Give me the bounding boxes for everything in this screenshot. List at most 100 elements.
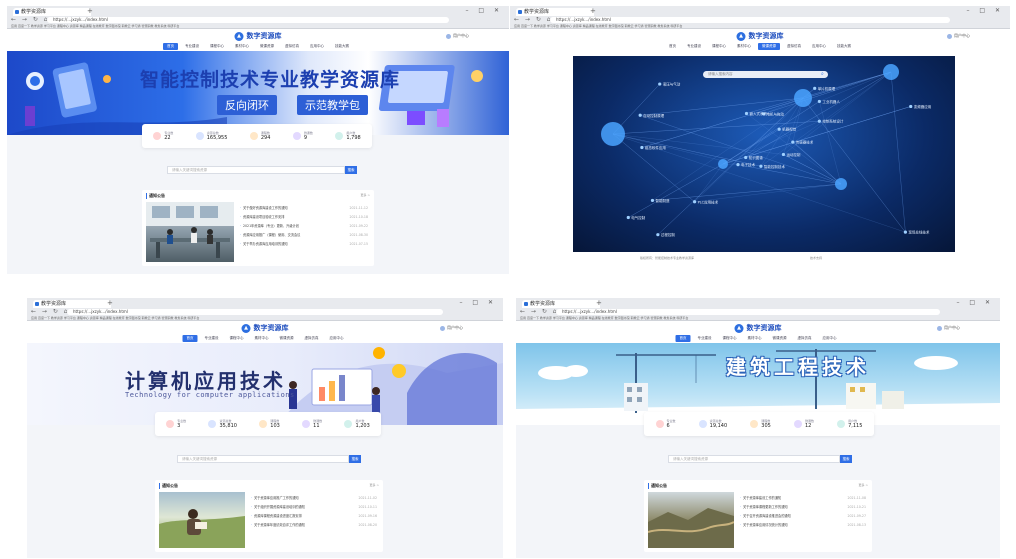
graph-hub-node[interactable] bbox=[794, 89, 812, 107]
bookmarks-bar[interactable]: 应用 百度一下 教学资源 学习平台 课程中心 资源库 精品课程 在线教育 数字图… bbox=[510, 24, 1010, 28]
menu-item[interactable]: 专业建设 bbox=[694, 335, 716, 342]
site-logo[interactable]: ▲ 数字资源库 bbox=[734, 323, 782, 333]
browser-tab[interactable]: 教学资源库 bbox=[522, 300, 600, 308]
search-input[interactable]: 请输入关键词搜索资源 bbox=[668, 455, 840, 463]
menu-item[interactable]: 应用中心 bbox=[326, 335, 348, 342]
graph-node[interactable] bbox=[759, 164, 763, 168]
list-item[interactable]: 关于资源库课程更新工作的通知 2021-10-21 bbox=[740, 503, 866, 512]
graph-node[interactable] bbox=[744, 111, 749, 116]
graph-canvas[interactable]: 智能控制技术 自动控制原理知识图谱电气控制 传感器技术 PLC应用技术 单片机原理电机与… bbox=[573, 56, 955, 252]
window-controls[interactable]: – □ ✕ bbox=[966, 7, 1004, 14]
menu-item[interactable]: 素材中心 bbox=[744, 335, 766, 342]
graph-node[interactable] bbox=[650, 198, 655, 203]
news-more-link[interactable]: 更多 > bbox=[859, 483, 868, 487]
menu-item[interactable]: 素材中心 bbox=[231, 43, 253, 50]
menu-item[interactable]: 微课资源 bbox=[769, 335, 791, 342]
graph-node[interactable] bbox=[781, 152, 786, 157]
menu-item[interactable]: 首页 bbox=[665, 43, 680, 50]
list-item[interactable]: 关于召开资源库建设推进会的通知 2021-09-27 bbox=[740, 512, 866, 521]
menu-item[interactable]: 虚拟仿真 bbox=[301, 335, 323, 342]
menu-item[interactable]: 课程中心 bbox=[719, 335, 741, 342]
graph-node[interactable] bbox=[638, 113, 642, 117]
graph-hub-node[interactable] bbox=[601, 122, 625, 146]
list-item[interactable]: 资源库课程资源建设进度汇报安排 2021-09-16 bbox=[251, 512, 377, 521]
graph-hub-node[interactable] bbox=[883, 64, 899, 80]
user-menu[interactable]: 用户中心 bbox=[446, 33, 469, 39]
menu-item[interactable]: 应用中心 bbox=[819, 335, 841, 342]
new-tab-button[interactable]: + bbox=[590, 7, 596, 15]
menu-item[interactable]: 专业建设 bbox=[683, 43, 705, 50]
list-item[interactable]: 关于资源库应用情况统计的通知 2021-08-13 bbox=[740, 521, 866, 530]
site-logo[interactable]: ▲ 数字资源库 bbox=[241, 323, 289, 333]
new-tab-button[interactable]: + bbox=[87, 7, 93, 15]
menu-item[interactable]: 应用中心 bbox=[808, 43, 830, 50]
graph-hub-node[interactable] bbox=[835, 178, 847, 190]
nav-buttons[interactable]: ← → ↻ ⌂ bbox=[520, 308, 559, 315]
address-bar[interactable]: https://...jxzyk.../index.html bbox=[47, 17, 449, 23]
search-input[interactable]: 请输入关键词搜索资源 bbox=[177, 455, 349, 463]
menu-item[interactable]: 技能大赛 bbox=[833, 43, 855, 50]
graph-node[interactable] bbox=[736, 163, 740, 167]
menu-item[interactable]: 课程中心 bbox=[226, 335, 248, 342]
graph-node[interactable] bbox=[791, 140, 795, 144]
menu-item[interactable]: 微课资源 bbox=[758, 43, 780, 50]
list-item[interactable]: 关于资源库年度绩效自评工作的通知 2021-08-20 bbox=[251, 521, 377, 530]
window-controls[interactable]: – □ ✕ bbox=[956, 299, 994, 306]
window-controls[interactable]: – □ ✕ bbox=[459, 299, 497, 306]
search-icon[interactable]: ⌕ bbox=[821, 71, 824, 77]
menu-item[interactable]: 微课资源 bbox=[256, 43, 278, 50]
list-item[interactable]: 资源库建设项目验收工作安排 2021-10-18 bbox=[240, 213, 368, 222]
menu-item[interactable]: 素材中心 bbox=[733, 43, 755, 50]
list-item[interactable]: 关于组织开展资源库建设培训的通知 2021-10-11 bbox=[251, 503, 377, 512]
menu-item[interactable]: 微课资源 bbox=[276, 335, 298, 342]
news-photo[interactable] bbox=[159, 492, 245, 548]
nav-buttons[interactable]: ← → ↻ ⌂ bbox=[514, 16, 553, 23]
search-button[interactable]: 搜索 bbox=[345, 166, 357, 174]
site-logo[interactable]: ▲ 数字资源库 bbox=[234, 31, 282, 41]
browser-tab[interactable]: 教学资源库 bbox=[516, 8, 594, 16]
graph-node[interactable] bbox=[817, 99, 821, 104]
bookmarks-bar[interactable]: 应用 百度一下 教学资源 学习平台 课程中心 资源库 精品课程 在线教育 数字图… bbox=[7, 24, 509, 28]
browser-tab[interactable]: 教学资源库 bbox=[13, 8, 91, 16]
list-item[interactable]: 2021年资源库（专业）更新、升级计划 2021-09-22 bbox=[240, 222, 368, 231]
menu-item[interactable]: 应用中心 bbox=[306, 43, 328, 50]
list-item[interactable]: 关于做好资源库建设工作的通知 2021-11-12 bbox=[240, 204, 368, 213]
graph-node[interactable] bbox=[626, 215, 630, 220]
window-controls[interactable]: – □ ✕ bbox=[465, 7, 503, 14]
search-button[interactable]: 搜索 bbox=[840, 455, 852, 463]
site-logo[interactable]: ▲ 数字资源库 bbox=[736, 31, 784, 41]
search-input[interactable]: 请输入关键词搜索资源 bbox=[167, 166, 345, 174]
graph-node[interactable] bbox=[813, 86, 817, 90]
menu-item[interactable]: 虚拟仿真 bbox=[794, 335, 816, 342]
search-button[interactable]: 搜索 bbox=[349, 455, 361, 463]
bookmarks-bar[interactable]: 应用 百度一下 教学资源 学习平台 课程中心 资源库 精品课程 在线教育 数字图… bbox=[516, 316, 1000, 320]
user-menu[interactable]: 用户中心 bbox=[937, 325, 960, 331]
news-more-link[interactable]: 更多 > bbox=[361, 193, 370, 197]
new-tab-button[interactable]: + bbox=[596, 299, 602, 307]
list-item[interactable]: 关于举办资源库应用培训的通知 2021-07-15 bbox=[240, 240, 368, 249]
menu-item[interactable]: 素材中心 bbox=[251, 335, 273, 342]
new-tab-button[interactable]: + bbox=[107, 299, 113, 307]
menu-item[interactable]: 课程中心 bbox=[708, 43, 730, 50]
address-bar[interactable]: https://...jxzyk.../index.html bbox=[550, 17, 950, 23]
news-photo[interactable] bbox=[648, 492, 734, 548]
graph-node[interactable] bbox=[658, 82, 662, 86]
list-item[interactable]: 资源库应用推广（课程）使用、交流会议 2021-08-30 bbox=[240, 231, 368, 240]
graph-node[interactable] bbox=[909, 104, 913, 109]
list-item[interactable]: 关于资源库应用推广工作的通知 2021-11-02 bbox=[251, 494, 377, 503]
menu-item[interactable]: 首页 bbox=[182, 335, 198, 342]
menu-item[interactable]: 虚拟仿真 bbox=[281, 43, 303, 50]
user-menu[interactable]: 用户中心 bbox=[947, 33, 970, 39]
graph-node[interactable] bbox=[817, 119, 821, 123]
address-bar[interactable]: https://...jxzyk.../index.html bbox=[67, 309, 443, 315]
nav-buttons[interactable]: ← → ↻ ⌂ bbox=[11, 16, 50, 23]
menu-item[interactable]: 课程中心 bbox=[206, 43, 228, 50]
graph-node[interactable] bbox=[692, 200, 697, 204]
browser-tab[interactable]: 教学资源库 bbox=[33, 300, 111, 308]
bookmarks-bar[interactable]: 应用 百度一下 教学资源 学习平台 课程中心 资源库 精品课程 在线教育 数字图… bbox=[27, 316, 503, 320]
graph-node[interactable] bbox=[640, 145, 644, 150]
address-bar[interactable]: https://...jxzyk.../index.html bbox=[556, 309, 940, 315]
menu-item[interactable]: 首页 bbox=[675, 335, 691, 342]
graph-hub-node[interactable] bbox=[718, 159, 728, 169]
user-menu[interactable]: 用户中心 bbox=[440, 325, 463, 331]
